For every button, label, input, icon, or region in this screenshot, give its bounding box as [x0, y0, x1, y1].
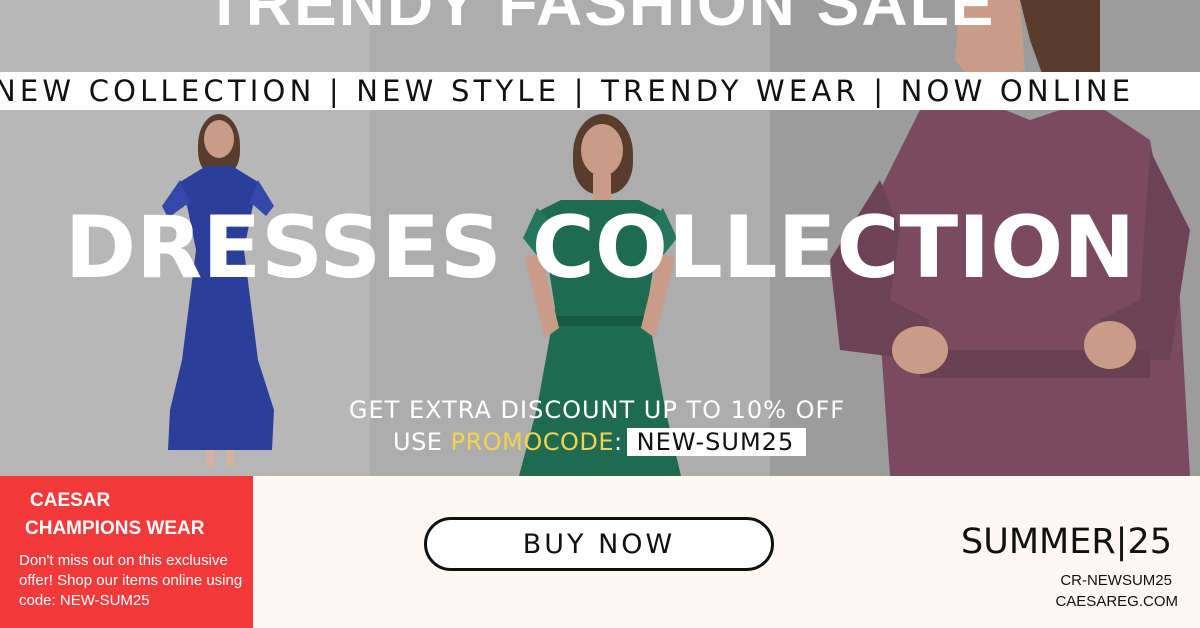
collection-ticker: NEW COLLECTION | NEW STYLE | TRENDY WEAR… — [0, 72, 1200, 110]
promo-line: USE PROMOCODE: NEW-SUM25 — [393, 428, 807, 456]
brand-box: CAESAR CHAMPIONS WEAR Don't miss out on … — [0, 476, 253, 628]
main-title: DRESSES COLLECTION — [64, 198, 1136, 298]
website-link[interactable]: CAESAREG.COM — [1055, 593, 1178, 610]
bottom-strip: CAESAR CHAMPIONS WEAR Don't miss out on … — [0, 476, 1200, 628]
brand-name-line1: CAESAR — [30, 490, 111, 511]
buy-now-button[interactable]: BUY NOW — [424, 517, 774, 571]
brand-name-line2: CHAMPIONS WEAR — [25, 518, 205, 539]
top-title: TRENDY FASHION SALE — [204, 0, 996, 39]
ad-banner: TRENDY FASHION SALE NEW COLLECTION | NEW… — [0, 0, 1200, 628]
season-label: SUMMER|25 — [961, 522, 1172, 562]
promo-prefix: USE — [393, 428, 451, 456]
promo-code-badge: NEW-SUM25 — [626, 428, 807, 456]
promo-colon: : — [614, 428, 623, 456]
ticker-text: NEW COLLECTION | NEW STYLE | TRENDY WEAR… — [0, 74, 1135, 108]
promo-code-small: CR-NEWSUM25 — [1060, 572, 1172, 589]
offer-text: Don't miss out on this exclusive offer! … — [19, 552, 243, 609]
discount-text: GET EXTRA DISCOUNT UP TO 10% OFF — [348, 396, 846, 424]
hero-photo: TRENDY FASHION SALE NEW COLLECTION | NEW… — [0, 0, 1200, 476]
promo-word: PROMOCODE — [450, 428, 615, 456]
